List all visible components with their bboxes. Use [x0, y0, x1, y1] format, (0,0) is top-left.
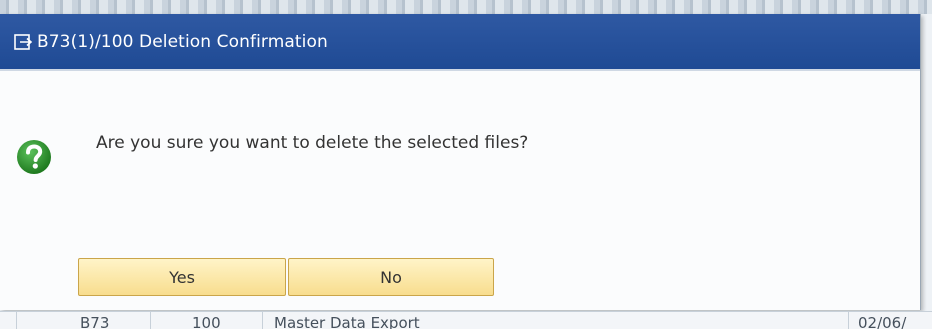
question-icon: [17, 140, 51, 174]
cell-description: Master Data Export: [274, 314, 420, 329]
yes-button[interactable]: Yes: [78, 258, 286, 296]
column-separator: [16, 312, 17, 329]
deletion-confirmation-dialog: B73(1)/100 Deletion Confirmation Are you…: [0, 14, 921, 310]
dialog-titlebar[interactable]: B73(1)/100 Deletion Confirmation: [0, 14, 920, 71]
window-icon: [14, 33, 33, 50]
background-table-row: B73 100 Master Data Export 02/06/: [0, 311, 932, 329]
background-toolbar-strip: [0, 0, 932, 14]
confirmation-message: Are you sure you want to delete the sele…: [96, 133, 529, 153]
dialog-title: B73(1)/100 Deletion Confirmation: [37, 31, 328, 52]
cell-date: 02/06/: [858, 314, 907, 329]
column-separator: [150, 312, 151, 329]
cell-client: 100: [192, 314, 221, 329]
cell-system: B73: [80, 314, 110, 329]
column-separator: [848, 312, 849, 329]
no-button[interactable]: No: [288, 258, 494, 296]
screen: B73(1)/100 Deletion Confirmation Are you…: [0, 0, 932, 329]
column-separator: [262, 312, 263, 329]
